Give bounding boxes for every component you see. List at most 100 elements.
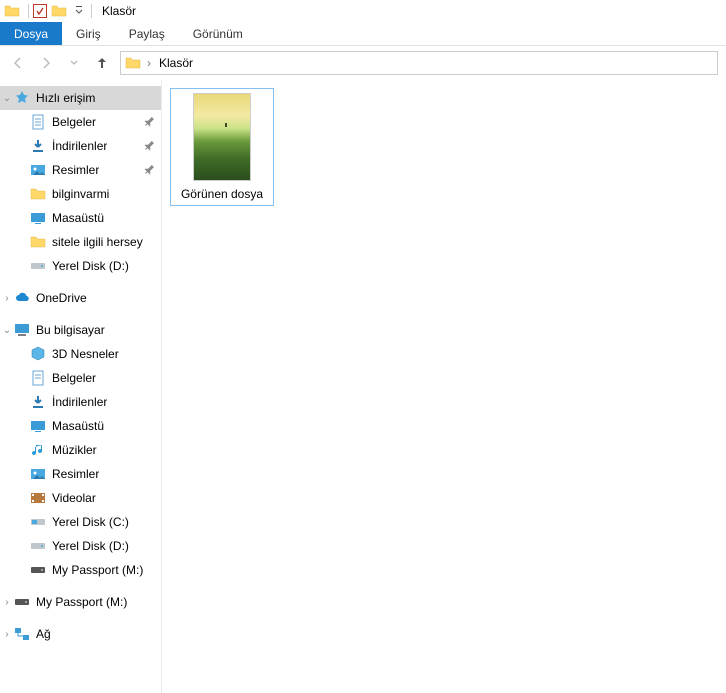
- file-item[interactable]: Görünen dosya: [170, 88, 274, 206]
- tab-share[interactable]: Paylaş: [115, 22, 179, 45]
- drive-icon: [30, 514, 46, 530]
- sidebar-passport-root[interactable]: › My Passport (M:): [0, 590, 161, 614]
- star-icon: [14, 90, 30, 106]
- tab-home[interactable]: Giriş: [62, 22, 115, 45]
- pin-icon: [141, 114, 158, 131]
- tab-file[interactable]: Dosya: [0, 22, 62, 45]
- up-button[interactable]: [92, 53, 112, 73]
- pictures-icon: [30, 162, 46, 178]
- sidebar-item-label: My Passport (M:): [36, 595, 127, 609]
- tab-view[interactable]: Görünüm: [179, 22, 257, 45]
- breadcrumb-segment[interactable]: Klasör: [155, 56, 197, 70]
- sidebar-item-label: sitele ilgili hersey: [52, 235, 143, 249]
- sidebar-item-label: 3D Nesneler: [52, 347, 119, 361]
- sidebar-item-folder[interactable]: bilginvarmi: [0, 182, 161, 206]
- sidebar-item-disk-d[interactable]: Yerel Disk (D:): [0, 254, 161, 278]
- collapse-icon[interactable]: ⌄: [2, 93, 12, 104]
- chevron-right-icon[interactable]: ›: [143, 56, 155, 70]
- folder-icon: [30, 186, 46, 202]
- forward-button[interactable]: [36, 53, 56, 73]
- sidebar-item-label: İndirilenler: [52, 395, 107, 409]
- sidebar-item-videos[interactable]: Videolar: [0, 486, 161, 510]
- sidebar-item-desktop[interactable]: Masaüstü: [0, 414, 161, 438]
- drive-icon: [30, 538, 46, 554]
- sidebar-item-pictures[interactable]: Resimler: [0, 158, 161, 182]
- document-icon: [30, 370, 46, 386]
- folder-icon: [125, 55, 141, 71]
- sidebar-quick-access[interactable]: ⌄ Hızlı erişim: [0, 86, 161, 110]
- file-list[interactable]: Görünen dosya: [162, 80, 726, 693]
- sidebar-item-label: İndirilenler: [52, 139, 107, 153]
- sidebar-item-disk-c[interactable]: Yerel Disk (C:): [0, 510, 161, 534]
- sidebar-item-passport[interactable]: My Passport (M:): [0, 558, 161, 582]
- sidebar-item-label: Masaüstü: [52, 419, 104, 433]
- desktop-icon: [30, 418, 46, 434]
- collapse-icon[interactable]: ⌄: [2, 325, 12, 336]
- qat-folder-icon[interactable]: [51, 3, 67, 19]
- sidebar-item-downloads[interactable]: İndirilenler: [0, 134, 161, 158]
- sidebar-item-3d[interactable]: 3D Nesneler: [0, 342, 161, 366]
- sidebar-network[interactable]: › Ağ: [0, 622, 161, 646]
- expand-icon[interactable]: ›: [2, 293, 12, 304]
- desktop-icon: [30, 210, 46, 226]
- navigation-pane: ⌄ Hızlı erişim Belgeler İndirilenler Res…: [0, 80, 162, 693]
- cube-icon: [30, 346, 46, 362]
- download-icon: [30, 138, 46, 154]
- sidebar-item-label: Belgeler: [52, 115, 96, 129]
- sidebar-this-pc[interactable]: ⌄ Bu bilgisayar: [0, 318, 161, 342]
- drive-icon: [30, 258, 46, 274]
- sidebar-item-label: Yerel Disk (C:): [52, 515, 129, 529]
- expand-icon[interactable]: ›: [2, 597, 12, 608]
- nav-row: › Klasör: [0, 46, 726, 80]
- image-thumbnail: [193, 93, 251, 181]
- sidebar-item-folder[interactable]: sitele ilgili hersey: [0, 230, 161, 254]
- pin-icon: [141, 138, 158, 155]
- sidebar-item-label: Resimler: [52, 467, 99, 481]
- recent-dropdown[interactable]: [64, 53, 84, 73]
- music-icon: [30, 442, 46, 458]
- explorer-body: ⌄ Hızlı erişim Belgeler İndirilenler Res…: [0, 80, 726, 693]
- qat-dropdown-icon[interactable]: [75, 6, 83, 16]
- sidebar-item-label: OneDrive: [36, 291, 87, 305]
- sidebar-item-label: Masaüstü: [52, 211, 104, 225]
- video-icon: [30, 490, 46, 506]
- address-bar[interactable]: › Klasör: [120, 51, 718, 75]
- sidebar-item-label: My Passport (M:): [52, 563, 143, 577]
- sidebar-item-documents[interactable]: Belgeler: [0, 110, 161, 134]
- sidebar-item-label: Bu bilgisayar: [36, 323, 105, 337]
- qat-properties-icon[interactable]: [33, 4, 47, 18]
- sidebar-item-label: Ağ: [36, 627, 51, 641]
- separator: [91, 4, 92, 18]
- sidebar-item-label: bilginvarmi: [52, 187, 109, 201]
- sidebar-item-label: Müzikler: [52, 443, 97, 457]
- drive-icon: [30, 562, 46, 578]
- title-bar: Klasör: [0, 0, 726, 22]
- sidebar-item-label: Belgeler: [52, 371, 96, 385]
- document-icon: [30, 114, 46, 130]
- pictures-icon: [30, 466, 46, 482]
- separator: [28, 4, 29, 18]
- cloud-icon: [14, 290, 30, 306]
- file-name-label: Görünen dosya: [181, 187, 263, 201]
- sidebar-item-downloads[interactable]: İndirilenler: [0, 390, 161, 414]
- sidebar-item-music[interactable]: Müzikler: [0, 438, 161, 462]
- sidebar-item-pictures[interactable]: Resimler: [0, 462, 161, 486]
- ribbon-tabs: Dosya Giriş Paylaş Görünüm: [0, 22, 726, 46]
- window-title: Klasör: [102, 4, 136, 18]
- sidebar-item-documents[interactable]: Belgeler: [0, 366, 161, 390]
- pc-icon: [14, 322, 30, 338]
- drive-icon: [14, 594, 30, 610]
- expand-icon[interactable]: ›: [2, 629, 12, 640]
- sidebar-item-label: Resimler: [52, 163, 99, 177]
- pin-icon: [141, 162, 158, 179]
- sidebar-item-desktop[interactable]: Masaüstü: [0, 206, 161, 230]
- sidebar-item-label: Yerel Disk (D:): [52, 539, 129, 553]
- sidebar-item-label: Videolar: [52, 491, 96, 505]
- folder-icon: [30, 234, 46, 250]
- sidebar-item-disk-d[interactable]: Yerel Disk (D:): [0, 534, 161, 558]
- back-button[interactable]: [8, 53, 28, 73]
- sidebar-item-label: Yerel Disk (D:): [52, 259, 129, 273]
- folder-icon: [4, 3, 20, 19]
- sidebar-onedrive[interactable]: › OneDrive: [0, 286, 161, 310]
- download-icon: [30, 394, 46, 410]
